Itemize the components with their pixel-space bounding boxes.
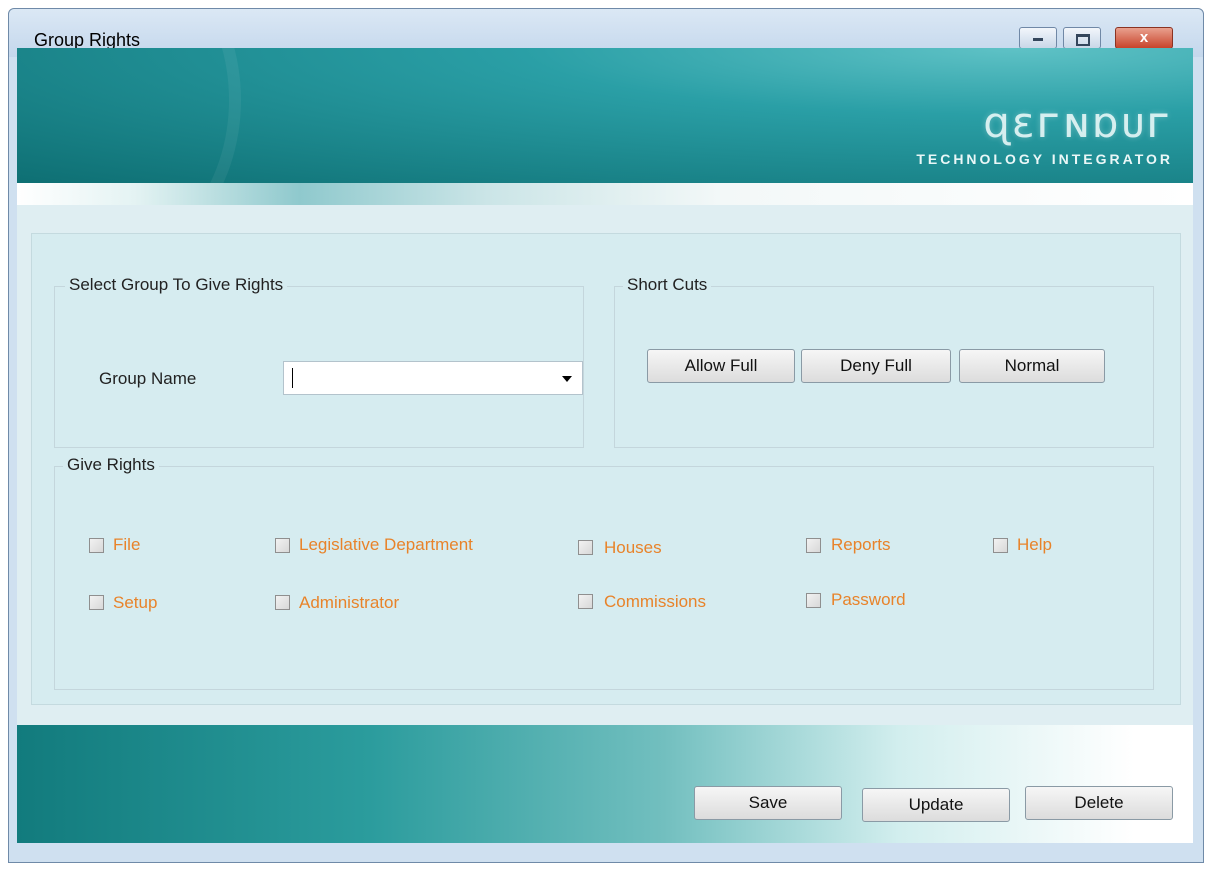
main-content: Select Group To Give Rights Group Name S… — [17, 205, 1193, 725]
header-banner: ɋɛᴦɴɒᴜᴦ TECHNOLOGY INTEGRATOR — [17, 48, 1193, 183]
footer-bar: Save Update Delete — [17, 725, 1193, 843]
setup-checkbox[interactable] — [89, 595, 104, 610]
reports-checkbox[interactable] — [806, 538, 821, 553]
logo-tagline: TECHNOLOGY INTEGRATOR — [916, 151, 1173, 167]
administrator-label[interactable]: Administrator — [299, 593, 399, 613]
houses-label[interactable]: Houses — [604, 538, 662, 558]
deny-full-button[interactable]: Deny Full — [801, 349, 951, 383]
close-button[interactable]: x — [1115, 27, 1173, 49]
minimize-button[interactable] — [1019, 27, 1057, 49]
help-checkbox[interactable] — [993, 538, 1008, 553]
delete-button[interactable]: Delete — [1025, 786, 1173, 820]
minimize-icon — [1020, 28, 1056, 48]
save-button[interactable]: Save — [694, 786, 842, 820]
legislative-department-label[interactable]: Legislative Department — [299, 535, 473, 555]
commissions-label[interactable]: Commissions — [604, 592, 706, 612]
maximize-button[interactable] — [1063, 27, 1101, 49]
chevron-down-icon[interactable] — [562, 376, 572, 382]
logo-mark: ɋɛᴦɴɒᴜᴦ — [983, 98, 1173, 147]
password-checkbox[interactable] — [806, 593, 821, 608]
commissions-checkbox[interactable] — [578, 594, 593, 609]
short-cuts-box: Short Cuts Allow Full Deny Full Normal — [614, 275, 1154, 448]
banner-swirl-decoration — [17, 48, 241, 183]
allow-full-button[interactable]: Allow Full — [647, 349, 795, 383]
group-name-label: Group Name — [99, 369, 197, 388]
give-rights-box: Give Rights File Legislative Department … — [54, 455, 1154, 690]
password-label[interactable]: Password — [831, 590, 906, 610]
administrator-checkbox[interactable] — [275, 595, 290, 610]
rights-panel: Select Group To Give Rights Group Name S… — [31, 233, 1181, 705]
company-logo: ɋɛᴦɴɒᴜᴦ TECHNOLOGY INTEGRATOR — [853, 98, 1173, 178]
help-label[interactable]: Help — [1017, 535, 1052, 555]
group-name-combobox[interactable] — [283, 361, 583, 395]
short-cuts-legend: Short Cuts — [623, 275, 712, 295]
window-bottom-border — [17, 843, 1193, 853]
close-icon: x — [1139, 29, 1149, 46]
maximize-icon — [1064, 28, 1100, 48]
give-rights-legend: Give Rights — [63, 455, 159, 475]
banner-stripe — [17, 183, 1193, 205]
update-button[interactable]: Update — [862, 788, 1010, 822]
select-group-box: Select Group To Give Rights Group Name — [54, 275, 584, 448]
normal-button[interactable]: Normal — [959, 349, 1105, 383]
legislative-department-checkbox[interactable] — [275, 538, 290, 553]
file-label[interactable]: File — [113, 535, 140, 555]
text-caret — [292, 368, 293, 388]
reports-label[interactable]: Reports — [831, 535, 891, 555]
setup-label[interactable]: Setup — [113, 593, 157, 613]
file-checkbox[interactable] — [89, 538, 104, 553]
houses-checkbox[interactable] — [578, 540, 593, 555]
select-group-legend: Select Group To Give Rights — [65, 275, 288, 295]
